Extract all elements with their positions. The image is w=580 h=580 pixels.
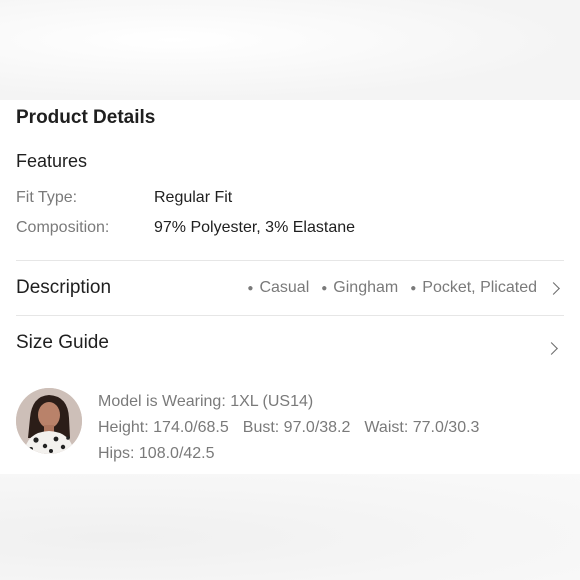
tag-text: Casual bbox=[259, 279, 310, 296]
model-hips: Hips: 108.0/42.5 bbox=[98, 445, 215, 462]
tag-text: Pocket, Plicated bbox=[422, 279, 537, 296]
description-tags: ● Casual ● Gingham ● Pocket, Plicated bbox=[235, 279, 564, 297]
spec-row-fit-type: Fit Type: Regular Fit bbox=[16, 189, 232, 207]
model-wearing: Model is Wearing: 1XL (US14) bbox=[98, 389, 479, 415]
description-row[interactable]: Description ● Casual ● Gingham ● Pocket,… bbox=[16, 261, 564, 315]
features-heading: Features bbox=[16, 151, 88, 171]
spec-value: Regular Fit bbox=[154, 189, 233, 206]
model-photo-icon bbox=[16, 388, 82, 454]
bullet-icon: ● bbox=[247, 282, 254, 294]
size-guide-label: Size Guide bbox=[16, 332, 109, 353]
model-waist: Waist: 77.0/30.3 bbox=[364, 419, 480, 436]
product-page: Product Details Features Fit Type: Regul… bbox=[0, 0, 580, 580]
blurred-background-bottom bbox=[0, 474, 580, 580]
model-measurements: Model is Wearing: 1XL (US14) Height: 174… bbox=[98, 389, 479, 467]
model-avatar bbox=[16, 388, 82, 454]
tag-text: Gingham bbox=[333, 279, 399, 296]
bullet-icon: ● bbox=[321, 282, 328, 294]
model-height: Height: 174.0/68.5 bbox=[98, 419, 229, 436]
description-tag: ● Gingham bbox=[321, 279, 398, 297]
product-details-panel: Product Details Features Fit Type: Regul… bbox=[0, 100, 580, 474]
spec-label: Composition: bbox=[16, 219, 110, 236]
size-guide-row[interactable]: Size Guide bbox=[16, 316, 564, 372]
chevron-right-icon[interactable] bbox=[545, 342, 558, 355]
model-wearing-text: Model is Wearing: 1XL (US14) bbox=[98, 393, 314, 410]
bullet-icon: ● bbox=[410, 282, 417, 294]
section-title: Product Details bbox=[16, 107, 156, 128]
model-hips-line: Hips: 108.0/42.5 bbox=[98, 441, 479, 467]
spec-row-composition: Composition: 97% Polyester, 3% Elastane bbox=[16, 219, 355, 237]
spec-value: 97% Polyester, 3% Elastane bbox=[154, 219, 356, 236]
blurred-background-top bbox=[0, 0, 580, 100]
chevron-right-icon[interactable] bbox=[547, 281, 560, 295]
description-tag: ● Casual bbox=[247, 279, 309, 297]
description-tag: ● Pocket, Plicated bbox=[410, 279, 537, 297]
model-measurements-line: Height: 174.0/68.5 Bust: 97.0/38.2 Waist: … bbox=[98, 415, 479, 441]
model-bust: Bust: 97.0/38.2 bbox=[242, 419, 351, 436]
spec-label: Fit Type: bbox=[16, 189, 78, 206]
description-label: Description bbox=[16, 277, 112, 298]
